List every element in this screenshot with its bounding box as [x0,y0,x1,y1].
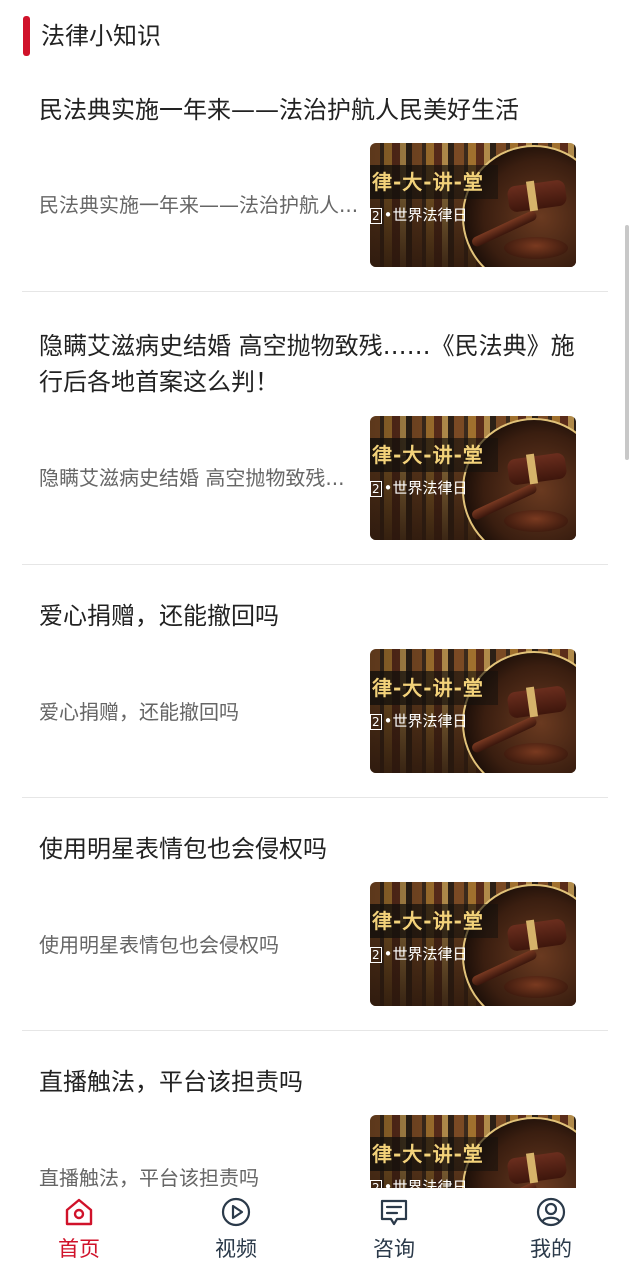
thumbnail-headline: 律-大-讲-堂 [372,170,484,194]
article-thumbnail[interactable]: 律-大-讲-堂 2•世界法律日 [370,143,576,267]
article-title[interactable]: 隐瞒艾滋病史结婚 高空抛物致残……《民法典》施行后各地首案这么判！ [39,328,591,400]
thumbnail-headline: 律-大-讲-堂 [372,443,484,467]
article-thumbnail[interactable]: 律-大-讲-堂 2•世界法律日 [370,649,576,773]
article-thumbnail[interactable]: 律-大-讲-堂 2•世界法律日 [370,882,576,1006]
article-title[interactable]: 民法典实施一年来——法治护航人民美好生活 [39,92,591,128]
section-header: 法律小知识 [0,0,631,72]
article-summary: 隐瞒艾滋病史结婚 高空抛物致残... [39,466,345,490]
home-icon [65,1198,93,1226]
article-summary: 爱心捐赠，还能撤回吗 [39,700,239,724]
scrollbar[interactable] [625,225,629,460]
bottom-nav: 首页 视频 咨询 我的 [0,1188,631,1280]
article-summary: 民法典实施一年来——法治护航人... [39,193,359,217]
thumbnail-subtitle: 2•世界法律日 [370,479,468,497]
thumbnail-headline: 律-大-讲-堂 [372,676,484,700]
article-title[interactable]: 直播触法，平台该担责吗 [39,1064,591,1100]
user-icon [536,1197,566,1227]
article-title[interactable]: 爱心捐赠，还能撤回吗 [39,598,591,634]
article-summary: 使用明星表情包也会侵权吗 [39,933,279,957]
thumbnail-subtitle: 2•世界法律日 [370,206,468,224]
nav-label-mine: 我的 [530,1237,572,1261]
article-thumbnail[interactable]: 律-大-讲-堂 2•世界法律日 [370,416,576,540]
nav-label-home: 首页 [58,1237,100,1261]
article-item[interactable]: 使用明星表情包也会侵权吗 使用明星表情包也会侵权吗 律-大-讲-堂 2 •世界法律… [22,798,608,1031]
article-item[interactable]: 民法典实施一年来——法治护航人民美好生活 民法典实施一年来——法治护航人... … [22,72,608,292]
video-play-icon [221,1197,251,1227]
nav-item-home[interactable]: 首页 [19,1188,139,1280]
article-item[interactable]: 隐瞒艾滋病史结婚 高空抛物致残……《民法典》施行后各地首案这么判！ 隐瞒艾滋病史… [22,292,608,565]
nav-item-consult[interactable]: 咨询 [334,1188,454,1280]
nav-label-consult: 咨询 [373,1237,415,1261]
app-screen: 法律小知识 民法典实施一年来——法治护航人民美好生活 民法典实施一年来——法治护… [0,0,631,1280]
chat-icon [380,1199,408,1226]
thumbnail-subtitle: 2•世界法律日 [370,945,468,963]
nav-label-video: 视频 [215,1237,257,1261]
nav-item-mine[interactable]: 我的 [491,1188,611,1280]
article-item[interactable]: 爱心捐赠，还能撤回吗 爱心捐赠，还能撤回吗 律-大-讲-堂 2 •世界法律日 [22,565,608,798]
nav-item-video[interactable]: 视频 [176,1188,296,1280]
article-title[interactable]: 使用明星表情包也会侵权吗 [39,831,591,867]
section-accent-bar [23,16,30,56]
section-title: 法律小知识 [41,22,161,50]
thumbnail-subtitle: 2•世界法律日 [370,712,468,730]
thumbnail-headline: 律-大-讲-堂 [372,1142,484,1166]
thumbnail-headline: 律-大-讲-堂 [372,909,484,933]
